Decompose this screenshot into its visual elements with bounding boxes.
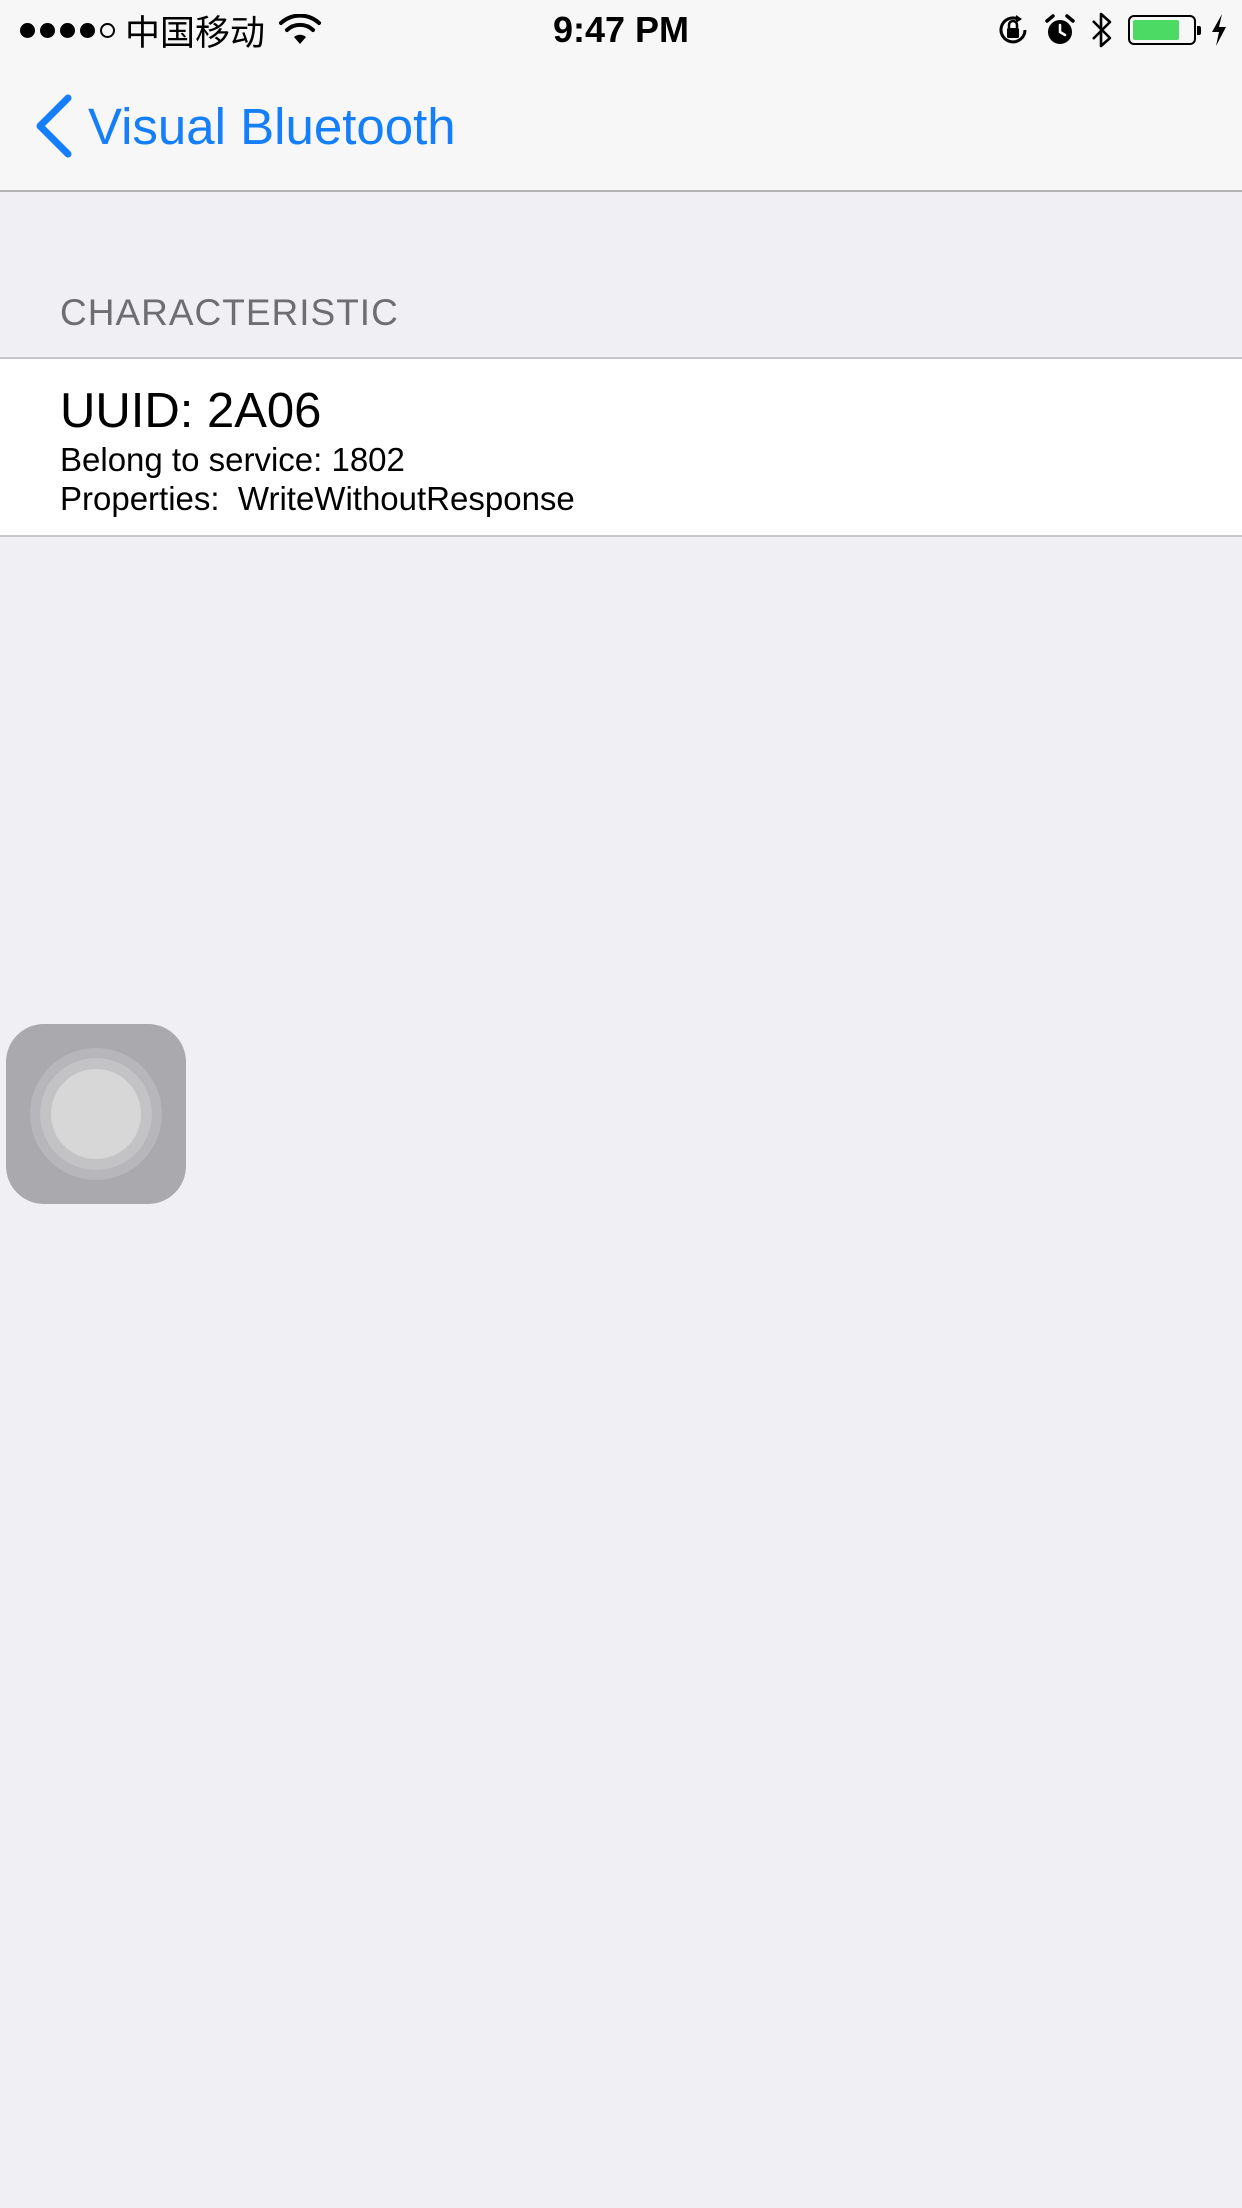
navigation-bar: Visual Bluetooth: [0, 60, 1242, 192]
back-button-label: Visual Bluetooth: [88, 97, 456, 155]
alarm-icon: [1045, 14, 1075, 44]
rotation-lock-icon: [999, 15, 1027, 44]
screen: 中国移动 9:47 PM Visual Bluetooth CHARACTERI…: [0, 0, 1242, 2208]
service-label: Belong to service: 1802: [60, 441, 405, 478]
uuid-label: UUID: 2A06: [60, 384, 322, 438]
assistive-touch-button[interactable]: [6, 1024, 186, 1204]
back-button[interactable]: Visual Bluetooth: [34, 90, 456, 162]
charging-bolt-icon: [1212, 14, 1226, 46]
status-bar: 中国移动 9:47 PM: [0, 0, 1242, 60]
chevron-left-icon: [36, 94, 72, 158]
characteristic-cell[interactable]: UUID: 2A06 Belong to service: 1802 Prope…: [0, 357, 1242, 537]
properties-label: Properties: WriteWithoutResponse: [60, 480, 575, 517]
bluetooth-icon: [1092, 12, 1112, 48]
battery-level-fill: [1133, 20, 1179, 40]
battery-icon: [1128, 15, 1201, 45]
status-right: [996, 8, 1228, 52]
assistive-touch-icon: [51, 1069, 141, 1159]
section-header: CHARACTERISTIC: [60, 292, 399, 333]
